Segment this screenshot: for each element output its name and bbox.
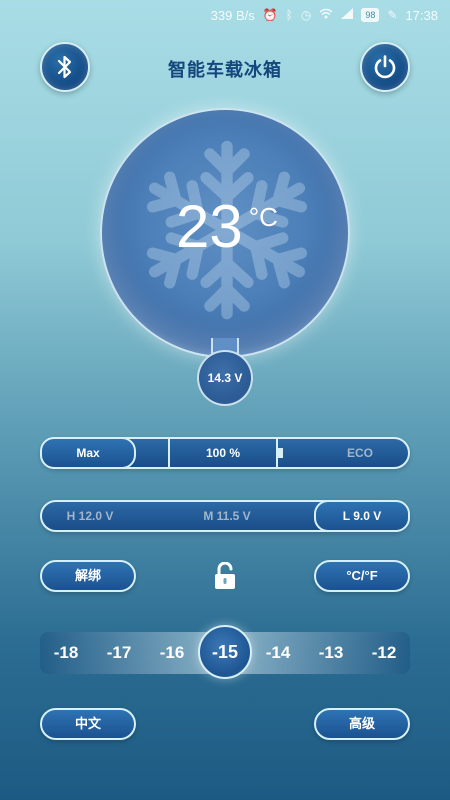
clock-icon: ◷: [300, 8, 312, 22]
unit-toggle-button[interactable]: °C/°F: [314, 560, 410, 592]
network-speed: 339 B/s: [210, 7, 255, 23]
status-time: 17:38: [405, 7, 438, 23]
mode-max-button[interactable]: Max: [40, 437, 136, 469]
ruler-value[interactable]: -12: [358, 632, 410, 674]
advanced-button[interactable]: 高级: [314, 708, 410, 740]
ruler-value[interactable]: -18: [40, 632, 92, 674]
mode-selector[interactable]: Max 100 % ECO: [40, 437, 410, 469]
wifi-icon: [319, 8, 333, 22]
protection-medium-button[interactable]: M 11.5 V: [179, 502, 275, 530]
battery-nub: [278, 448, 283, 458]
battery-indicator: 98: [361, 8, 380, 22]
protection-high-button[interactable]: H 12.0 V: [42, 502, 138, 530]
signal-icon: [341, 8, 354, 22]
temperature-readout: 23 °C: [102, 192, 348, 261]
charging-icon: ✎: [387, 8, 398, 22]
unbind-button[interactable]: 解绑: [40, 560, 136, 592]
temperature-unit: °C: [248, 202, 278, 232]
bluetooth-status-icon: ᛒ: [285, 8, 293, 22]
temperature-value: 23: [176, 193, 243, 260]
power-icon: [374, 55, 396, 79]
battery-protection-selector[interactable]: H 12.0 V M 11.5 V L 9.0 V: [40, 500, 410, 532]
power-button[interactable]: [360, 42, 410, 92]
alarm-icon: ⏰: [262, 8, 278, 22]
ruler-value[interactable]: -13: [305, 632, 357, 674]
language-button[interactable]: 中文: [40, 708, 136, 740]
ruler-value[interactable]: -17: [93, 632, 145, 674]
protection-low-button[interactable]: L 9.0 V: [314, 500, 410, 532]
ruler-selected-value[interactable]: -15: [198, 625, 252, 679]
status-bar: 339 B/s ⏰ ᛒ ◷ 98 ✎ 17:38: [0, 0, 450, 30]
battery-level-box: 100 %: [168, 437, 278, 469]
voltage-indicator: 14.3 V: [197, 350, 253, 406]
ruler-value[interactable]: -14: [252, 632, 304, 674]
temperature-display: 23 °C: [100, 108, 350, 358]
unlock-icon[interactable]: [212, 562, 238, 590]
mode-eco-button[interactable]: ECO: [312, 439, 408, 467]
ruler-value[interactable]: -16: [146, 632, 198, 674]
